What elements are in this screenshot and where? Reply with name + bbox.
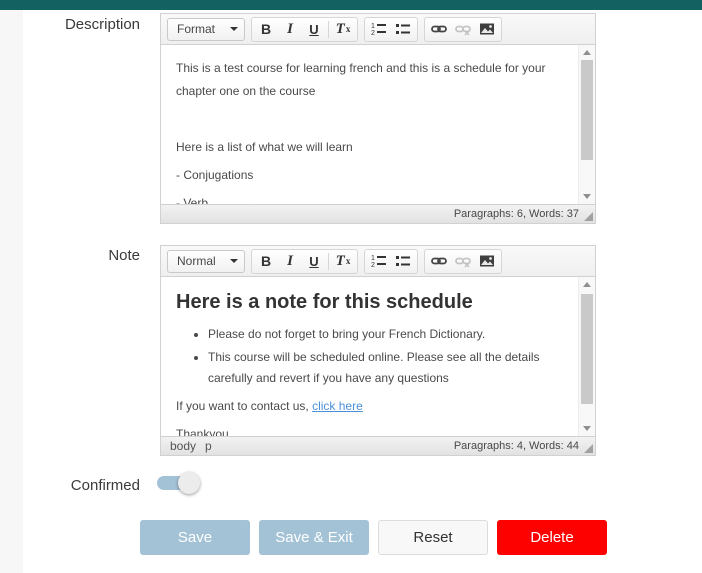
bold-button[interactable]: B	[254, 251, 278, 272]
save-and-exit-button[interactable]: Save & Exit	[259, 520, 369, 555]
element-path-body[interactable]: body	[170, 439, 196, 453]
remove-format-button[interactable]: Tx	[331, 19, 355, 40]
note-closing: Thankyou	[176, 423, 566, 436]
bulleted-list-icon[interactable]	[391, 19, 415, 40]
note-contact-line: If you want to contact us, click here	[176, 395, 566, 418]
description-editor: Format B I U Tx 12	[160, 13, 596, 224]
scroll-up-icon[interactable]	[579, 45, 595, 60]
description-label: Description	[30, 16, 140, 33]
note-scrollbar[interactable]	[578, 277, 595, 436]
contact-link[interactable]: click here	[312, 399, 363, 413]
description-paragraph: - Verb	[176, 192, 566, 204]
format-dropdown[interactable]: Normal	[167, 250, 245, 273]
description-statusbar: Paragraphs: 6, Words: 37	[161, 204, 595, 223]
underline-button[interactable]: U	[302, 251, 326, 272]
delete-button[interactable]: Delete	[497, 520, 607, 555]
scroll-down-icon[interactable]	[579, 421, 595, 436]
numbered-list-icon[interactable]: 12	[367, 19, 391, 40]
link-icon[interactable]	[427, 251, 451, 272]
svg-text:2: 2	[371, 262, 375, 269]
unlink-icon	[451, 19, 475, 40]
note-label: Note	[30, 247, 140, 264]
remove-format-letter: T	[336, 21, 345, 38]
svg-text:1: 1	[371, 255, 375, 262]
list-group: 12	[364, 17, 418, 42]
remove-format-sub: x	[346, 256, 351, 266]
italic-button[interactable]: I	[278, 19, 302, 40]
numbered-list-icon[interactable]: 12	[367, 251, 391, 272]
toolbar-separator	[328, 21, 329, 38]
note-bullet-list: Please do not forget to bring your Frenc…	[176, 324, 566, 389]
toolbar-separator	[328, 253, 329, 270]
element-path: body p	[170, 439, 212, 453]
remove-format-letter: T	[336, 253, 345, 270]
format-dropdown-value: Format	[177, 22, 215, 36]
bold-button[interactable]: B	[254, 19, 278, 40]
note-bullet: Please do not forget to bring your Frenc…	[208, 324, 566, 345]
note-editor: Normal B I U Tx 12	[160, 245, 596, 456]
description-paragraph	[176, 108, 566, 131]
top-bar	[0, 0, 702, 10]
list-group: 12	[364, 249, 418, 274]
italic-button[interactable]: I	[278, 251, 302, 272]
format-dropdown-value: Normal	[177, 254, 216, 268]
chevron-down-icon	[230, 27, 238, 31]
description-paragraph: Here is a list of what we will learn	[176, 136, 566, 159]
resize-grip-icon[interactable]	[584, 212, 593, 221]
unlink-icon	[451, 251, 475, 272]
word-count: Paragraphs: 6, Words: 37	[454, 208, 579, 220]
note-bullet: This course will be scheduled online. Pl…	[208, 347, 566, 389]
reset-button[interactable]: Reset	[378, 520, 488, 555]
description-scrollbar[interactable]	[578, 45, 595, 204]
note-toolbar: Normal B I U Tx 12	[161, 246, 595, 277]
link-image-group	[424, 17, 502, 42]
scrollbar-thumb[interactable]	[581, 294, 593, 404]
description-paragraph: - Conjugations	[176, 164, 566, 187]
image-icon[interactable]	[475, 19, 499, 40]
save-button[interactable]: Save	[140, 520, 250, 555]
word-count: Paragraphs: 4, Words: 44	[454, 440, 579, 452]
resize-grip-icon[interactable]	[584, 444, 593, 453]
text-style-group: B I U Tx	[251, 249, 358, 274]
remove-format-button[interactable]: Tx	[331, 251, 355, 272]
toggle-knob	[178, 472, 200, 494]
text-style-group: B I U Tx	[251, 17, 358, 42]
scroll-up-icon[interactable]	[579, 277, 595, 292]
svg-text:1: 1	[371, 23, 375, 30]
link-icon[interactable]	[427, 19, 451, 40]
scrollbar-thumb[interactable]	[581, 60, 593, 160]
note-editor-body[interactable]: Here is a note for this schedule Please …	[161, 277, 578, 436]
chevron-down-icon	[230, 259, 238, 263]
format-dropdown[interactable]: Format	[167, 18, 245, 41]
scroll-down-icon[interactable]	[579, 189, 595, 204]
svg-text:2: 2	[371, 30, 375, 37]
description-toolbar: Format B I U Tx 12	[161, 14, 595, 45]
description-editor-body[interactable]: This is a test course for learning frenc…	[161, 45, 578, 204]
underline-button[interactable]: U	[302, 19, 326, 40]
description-paragraph: This is a test course for learning frenc…	[176, 57, 566, 103]
link-image-group	[424, 249, 502, 274]
confirmed-label: Confirmed	[30, 477, 140, 494]
left-gutter	[0, 10, 23, 573]
confirmed-toggle[interactable]	[157, 471, 201, 495]
action-buttons: Save Save & Exit Reset Delete	[140, 520, 607, 555]
image-icon[interactable]	[475, 251, 499, 272]
remove-format-sub: x	[346, 24, 351, 34]
element-path-p[interactable]: p	[205, 439, 212, 453]
note-statusbar: body p Paragraphs: 4, Words: 44	[161, 436, 595, 455]
contact-text: If you want to contact us,	[176, 399, 312, 413]
note-heading: Here is a note for this schedule	[176, 290, 566, 314]
bulleted-list-icon[interactable]	[391, 251, 415, 272]
